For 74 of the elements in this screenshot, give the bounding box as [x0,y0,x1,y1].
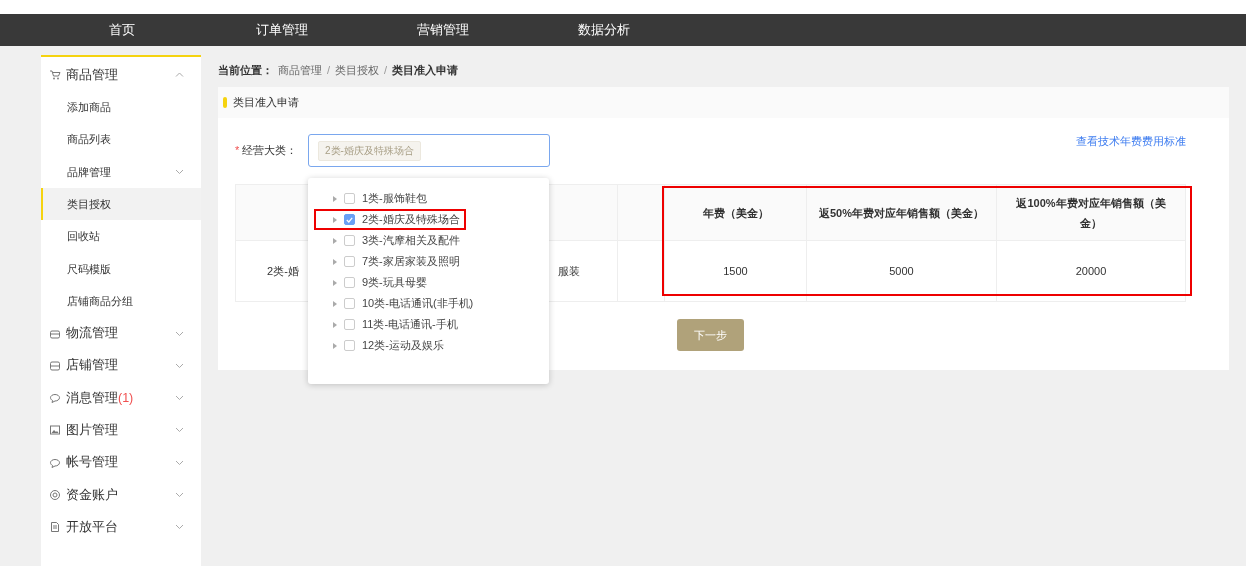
chevron-down-icon [175,169,184,176]
document-icon [49,521,61,534]
chevron-down-icon [175,362,184,369]
checkbox[interactable] [344,193,355,204]
nav-tab[interactable]: 首页 [109,14,135,46]
sidebar-item[interactable]: 尺码模版 [41,252,201,286]
checkbox[interactable] [344,319,355,330]
checkbox[interactable] [344,298,355,309]
dropdown-option[interactable]: 11类-电话通讯-手机 [314,314,543,335]
caret-icon[interactable] [333,321,337,328]
caret-icon[interactable] [333,300,337,307]
chevron-down-icon [175,492,184,498]
caret-icon[interactable] [333,342,337,349]
checkbox[interactable] [344,214,355,225]
dropdown-option[interactable]: 12类-运动及娱乐 [314,335,543,356]
box-icon [49,359,61,372]
caret-icon[interactable] [333,216,337,223]
chat-bubble-icon [49,456,61,469]
table-cell [617,241,664,302]
accent-bar-icon [223,97,227,108]
panel-title: 类目准入申请 [233,95,299,111]
sidebar-group-item[interactable]: 物流管理 [41,317,201,350]
sidebar-group-item[interactable]: 商品管理 [41,59,201,92]
table-cell: 1500 [664,241,806,302]
breadcrumb-separator: / [384,63,388,79]
sidebar-item[interactable]: 店铺商品分组 [41,285,201,318]
column-header: 返50%年费对应年销售额（美金） [806,184,996,241]
sidebar-item[interactable]: 品牌管理 [41,155,201,189]
chevron-down-icon [175,330,184,337]
caret-icon[interactable] [333,195,337,202]
dropdown-option[interactable]: 2类-婚庆及特殊场合 [314,209,466,230]
checkbox[interactable] [344,277,355,288]
selected-tag: 2类-婚庆及特殊场合 [318,140,421,161]
caret-icon[interactable] [333,279,337,286]
dropdown-option[interactable]: 1类-服饰鞋包 [314,188,543,209]
coin-icon [49,489,61,501]
checkbox[interactable] [344,340,355,351]
sidebar-group-item[interactable]: 资金账户 [41,478,201,512]
chevron-down-icon [175,395,184,402]
column-header: 返100%年费对应年销售额（美金） [996,184,1186,241]
box-icon [49,327,61,340]
table-cell: 20000 [996,241,1186,302]
chevron-up-icon [175,72,184,79]
field-label: * 经营大类： [235,143,299,159]
sidebar-group-item[interactable]: 消息管理(1) [41,381,201,415]
breadcrumb-label: 当前位置： [218,63,273,79]
sidebar-group-item[interactable]: 开放平台 [41,511,201,544]
nav-tab[interactable]: 营销管理 [417,14,469,46]
sidebar-item[interactable]: 类目授权 [41,188,201,221]
breadcrumb-link[interactable]: 商品管理 [278,62,322,79]
sidebar-item[interactable]: 商品列表 [41,123,201,156]
breadcrumb-link[interactable]: 类目准入申请 [392,62,459,79]
cart-icon [49,69,61,82]
column-header: 年费（美金） [664,184,806,241]
nav-tab[interactable]: 订单管理 [256,14,308,46]
table-cell: 5000 [806,241,996,302]
sidebar-group-item[interactable]: 帐号管理 [41,446,201,479]
chevron-down-icon [175,459,184,466]
breadcrumb-link[interactable]: 类目授权 [335,62,380,79]
sidebar-item[interactable]: 回收站 [41,220,201,253]
checkbox[interactable] [344,256,355,267]
sidebar-group-item[interactable]: 店铺管理 [41,349,201,382]
sidebar-item[interactable]: 添加商品 [41,91,201,124]
caret-icon[interactable] [333,237,337,244]
chevron-down-icon [175,524,184,531]
chat-bubble-icon [49,392,61,405]
nav-tab[interactable]: 数据分析 [578,14,630,46]
sidebar-group-item[interactable]: 图片管理 [41,414,201,447]
breadcrumb-separator: / [327,63,331,79]
fee-standard-link[interactable]: 查看技术年费费用标准 [1076,133,1186,150]
image-icon [49,424,61,437]
caret-icon[interactable] [333,258,337,265]
checkbox[interactable] [344,235,355,246]
chevron-down-icon [175,427,184,434]
